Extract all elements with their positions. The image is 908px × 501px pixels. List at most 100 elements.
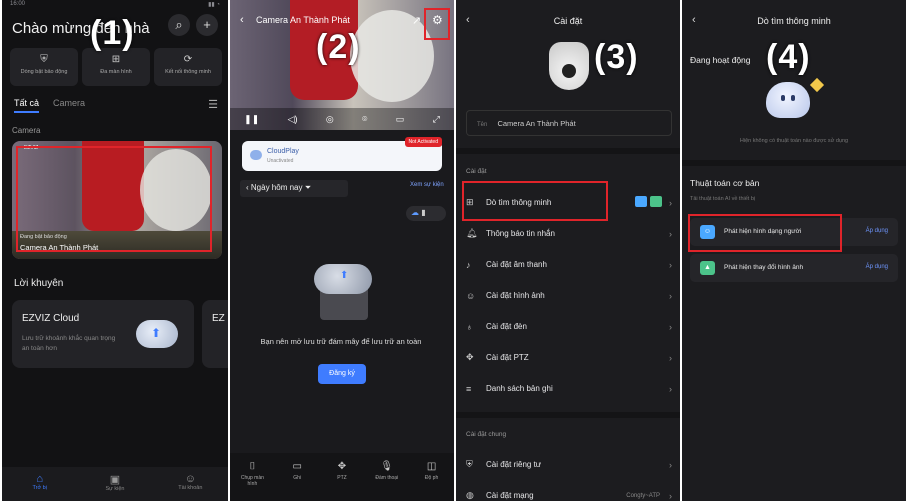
talk-button[interactable]: 🎙 Đàm thoại <box>371 461 403 501</box>
active-label: Đang hoạt động <box>690 55 751 65</box>
feature-badges <box>632 196 662 209</box>
live-view-panel: ❚❚ ◁) ◎ ⌾ ▭ ⤢ ‹ Camera An Thành Phát ↗ ⚙… <box>230 0 454 501</box>
record-icon: ▭ <box>292 461 302 472</box>
ezviz-cloud-card[interactable]: EZVIZ Cloud Lưu trữ khoảnh khắc quan trọ… <box>12 300 194 368</box>
list-icon: ≡ <box>466 383 472 394</box>
name-value: Camera An Thành Phát <box>497 119 576 128</box>
menu-notifications[interactable]: 🔔︎ Thông báo tin nhắn › <box>466 218 676 249</box>
date-selector[interactable]: ‹ Ngày hôm nay ⏷ <box>240 180 348 197</box>
next-card[interactable]: EZ <box>202 300 228 368</box>
cloud-icon <box>250 150 262 160</box>
section-divider <box>682 160 906 166</box>
basic-algorithms-sub: Tải thuật toán AI về thiết bị <box>690 196 756 202</box>
step-label-1: (1) <box>90 14 135 52</box>
filter-icon[interactable]: ⏷ <box>305 183 311 192</box>
storage-toggle[interactable]: ☁ ▮ <box>406 206 446 221</box>
shortcut-multiscreen[interactable]: ⊞ Đa màn hình <box>82 48 150 86</box>
shortcut-smart-connect[interactable]: ⟳ Kết nối thông minh <box>154 48 222 86</box>
not-activated-badge: Not Activated <box>404 137 442 147</box>
section-divider <box>456 148 680 154</box>
shortcut-row: ⛨ Dòng bật bảo động ⊞ Đa màn hình ⟳ Kết nối… <box>10 48 222 86</box>
cloudplay-title: CloudPlay <box>267 148 299 155</box>
status-bar: 16:00 ▮▮ ◔ <box>10 1 220 8</box>
globe-icon: ◍ <box>466 490 474 500</box>
fullscreen-icon[interactable]: ⤢ <box>433 114 440 125</box>
mic-icon[interactable]: ⌾ <box>362 114 367 125</box>
upload-arrow-icon: ⬆ <box>340 270 349 281</box>
card-title: EZVIZ Cloud <box>22 313 80 324</box>
mic-icon: ♪ <box>466 259 471 270</box>
register-button[interactable]: Đăng ký <box>318 364 366 384</box>
tips-title: Lời khuyên <box>14 278 64 289</box>
tab-camera[interactable]: Camera <box>53 98 85 113</box>
link-icon: ⟳ <box>183 54 193 65</box>
ptz-button[interactable]: ✥ PTZ <box>326 461 358 501</box>
step-label-3: (3) <box>594 38 639 76</box>
camera-lens <box>562 64 576 78</box>
nav-devices[interactable]: ⌂ Trở bị <box>20 473 60 501</box>
apply-button[interactable]: Áp dụng <box>866 264 888 270</box>
ptz-icon: ✥ <box>466 352 474 362</box>
camera-device-image <box>549 42 589 90</box>
hd-icon[interactable]: ◎ <box>326 114 334 125</box>
menu-network[interactable]: ◍ Cài đặt mạng Congty~ATP › <box>466 480 676 501</box>
home-icon: ⌂ <box>36 473 43 485</box>
cloud-upload-icon: ⬆ <box>136 320 178 348</box>
bulb-icon: ♁ <box>466 321 473 332</box>
smart-detection-title: Dò tìm thông minh <box>757 16 831 26</box>
resolution-button[interactable]: ◫ Độ ph <box>416 461 448 501</box>
settings-title: Cài đặt <box>553 16 583 26</box>
menu-recordings[interactable]: ≡ Danh sách bản ghi › <box>466 373 676 404</box>
general-section-label: Cài đặt chung <box>466 431 507 438</box>
menu-image[interactable]: ☺ Cài đặt hình ảnh › <box>466 280 676 311</box>
screen-icon[interactable]: ▭ <box>396 114 405 125</box>
share-icon[interactable]: ↗ <box>412 14 421 27</box>
shield-icon: ⛨ <box>466 459 473 469</box>
apply-button[interactable]: Áp dụng <box>866 228 888 234</box>
algo-image-change[interactable]: ▲ Phát hiện thay đổi hình ảnh Áp dụng <box>690 254 898 282</box>
ptz-icon: ✥ <box>337 461 347 472</box>
pause-icon[interactable]: ❚❚ <box>244 114 259 125</box>
screenshot-button[interactable]: ⌷ Chụp màn hình <box>236 461 268 501</box>
device-name-field[interactable]: Tên Camera An Thành Phát <box>466 110 672 136</box>
tab-all[interactable]: Tất cả <box>14 98 40 113</box>
section-divider <box>456 412 680 418</box>
menu-audio[interactable]: ♪ Cài đặt âm thanh › <box>466 249 676 280</box>
cloudplay-banner[interactable]: CloudPlay Unactivated Not Activated <box>242 137 442 171</box>
menu-light[interactable]: ♁ Cài đặt đèn › <box>466 311 676 342</box>
name-label: Tên <box>477 122 488 128</box>
volume-icon[interactable]: ◁) <box>288 114 298 125</box>
shortcut-alarm[interactable]: ⛨ Dòng bật bảo động <box>10 48 78 86</box>
camera-title: Camera An Thành Phát <box>256 15 350 25</box>
view-events-link[interactable]: Xem sự kiện <box>410 182 444 188</box>
chevron-right-icon: › <box>669 197 672 208</box>
device-tabs: Tất cả Camera <box>14 98 85 113</box>
image-change-badge <box>650 196 662 207</box>
home-screen-panel: 16:00 ▮▮ ◔ Chào mừng đến nhà ⌕ + ⛨ Dòng bậ… <box>2 0 228 501</box>
robot-tag <box>809 77 825 93</box>
algo-name: Phát hiện thay đổi hình ảnh <box>724 264 804 271</box>
menu-privacy[interactable]: ⛨ Cài đặt riêng tư › <box>466 449 676 480</box>
add-icon[interactable]: + <box>196 14 218 36</box>
list-view-icon[interactable]: ☰ <box>208 98 218 111</box>
card2-title: EZ <box>212 313 225 324</box>
cloud-storage-illustration: ⬆ <box>314 264 372 320</box>
record-button[interactable]: ▭ Ghi <box>281 461 313 501</box>
nav-account[interactable]: ☺ Tài khoản <box>170 473 210 501</box>
chevron-right-icon: › <box>669 352 672 363</box>
sd-card-icon[interactable]: ▮ <box>421 208 425 217</box>
nav-events[interactable]: ▣ Sự kiện <box>95 473 135 501</box>
tutorial-collage: 16:00 ▮▮ ◔ Chào mừng đến nhà ⌕ + ⛨ Dòng bậ… <box>0 0 908 501</box>
search-icon[interactable]: ⌕ <box>168 14 190 36</box>
chevron-right-icon: › <box>669 228 672 239</box>
cloud-toggle-icon[interactable]: ☁ <box>411 208 419 217</box>
no-function-text: Hiện không có thuật toán nào được sử dụn… <box>739 138 849 144</box>
resolution-icon: ◫ <box>426 461 437 472</box>
basic-algorithms-title: Thuật toán cơ bản <box>690 178 760 188</box>
menu-ptz[interactable]: ✥ Cài đặt PTZ › <box>466 342 676 373</box>
settings-panel: ‹ Cài đặt Tên Camera An Thành Phát Cài đ… <box>456 0 680 501</box>
chevron-right-icon: › <box>669 321 672 332</box>
back-icon[interactable]: ‹ <box>240 14 244 26</box>
camera-section-label: Camera <box>12 126 41 135</box>
grid-icon: ⊞ <box>111 54 121 65</box>
